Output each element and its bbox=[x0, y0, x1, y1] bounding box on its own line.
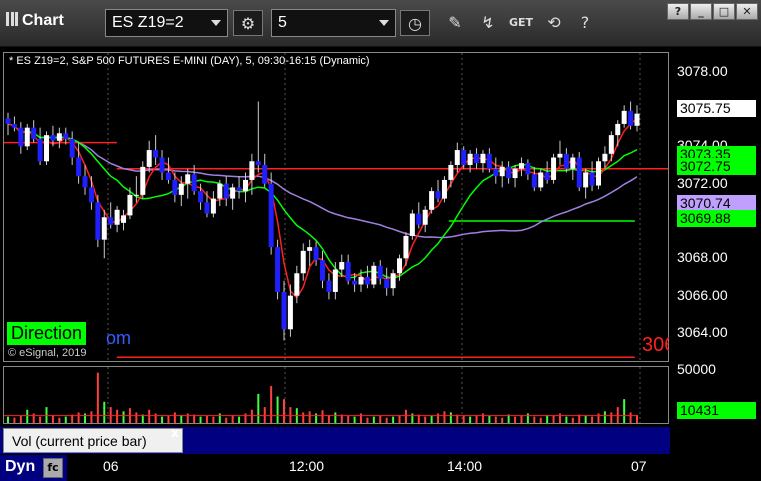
chevron-down-icon[interactable] bbox=[379, 20, 389, 26]
get-icon[interactable]: GET bbox=[506, 10, 536, 36]
maximize-icon[interactable]: □ bbox=[713, 3, 735, 20]
minimize-icon[interactable]: _ bbox=[690, 3, 712, 20]
price-axis-tick: 3078.00 bbox=[677, 62, 728, 79]
volume-study-label[interactable]: Vol (current price bar) bbox=[3, 428, 183, 453]
time-axis-tick: 06 bbox=[103, 458, 119, 474]
window-title: Chart bbox=[6, 12, 64, 30]
copyright: © eSignal, 2019 bbox=[8, 347, 87, 359]
volume-chart-frame bbox=[3, 366, 669, 424]
chart-app-icon bbox=[6, 12, 18, 26]
price-axis-tick: 3064.00 bbox=[677, 324, 728, 340]
partial-overlay-text: om bbox=[106, 328, 132, 348]
symbol-text: ES Z19=2 bbox=[112, 14, 184, 31]
clock-icon[interactable]: ◷ bbox=[400, 10, 430, 36]
fc-icon[interactable]: fc bbox=[43, 458, 63, 478]
price-tag: 3072.75 bbox=[677, 158, 756, 175]
chart-subtitle: * ES Z19=2, S&P 500 FUTURES E-MINI (DAY)… bbox=[9, 55, 370, 67]
direction-label: Direction bbox=[7, 322, 87, 345]
price-chart-frame bbox=[3, 52, 669, 362]
close-study-icon[interactable]: x bbox=[171, 426, 179, 440]
time-axis-tick: 14:00 bbox=[447, 458, 483, 474]
chevron-down-icon[interactable] bbox=[211, 20, 221, 26]
symbol-selector[interactable]: ES Z19=2 bbox=[105, 9, 228, 37]
window-titlebar: Chart ES Z19=2 ⚙ 5 ◷ ✎ ↯ GET ⟲ ? ? _ □ ✕ bbox=[0, 0, 761, 47]
pencil-icon[interactable]: ✎ bbox=[440, 10, 470, 36]
time-axis-tick: 12:00 bbox=[289, 458, 325, 474]
time-axis-tick: 07 bbox=[631, 458, 647, 474]
volume-tag: 10431 bbox=[677, 402, 756, 419]
indicator-icon[interactable]: ↯ bbox=[473, 10, 503, 36]
restore-icon[interactable]: ? bbox=[667, 3, 689, 20]
interval-selector[interactable]: 5 bbox=[271, 9, 396, 37]
interval-text: 5 bbox=[278, 14, 287, 31]
close-icon[interactable]: ✕ bbox=[736, 3, 758, 20]
refresh-icon[interactable]: ⟲ bbox=[539, 10, 569, 36]
volume-axis-tick: 50000 bbox=[677, 361, 716, 377]
price-axis-tick: 3068.00 bbox=[677, 249, 728, 266]
price-axis-tick: 3066.00 bbox=[677, 286, 728, 303]
price-tag: 3075.75 bbox=[677, 100, 756, 117]
price-axis-tick: 3072.00 bbox=[677, 174, 728, 191]
settings-icon[interactable]: ⚙ bbox=[233, 10, 263, 36]
window-title-text: Chart bbox=[22, 12, 64, 29]
dynamic-button[interactable]: Dyn fc bbox=[0, 455, 67, 481]
price-tag: 3069.88 bbox=[677, 210, 756, 227]
help-icon[interactable]: ? bbox=[570, 10, 600, 36]
level-red-tag: 3064 bbox=[642, 334, 669, 356]
dynamic-label: Dyn bbox=[5, 458, 36, 475]
